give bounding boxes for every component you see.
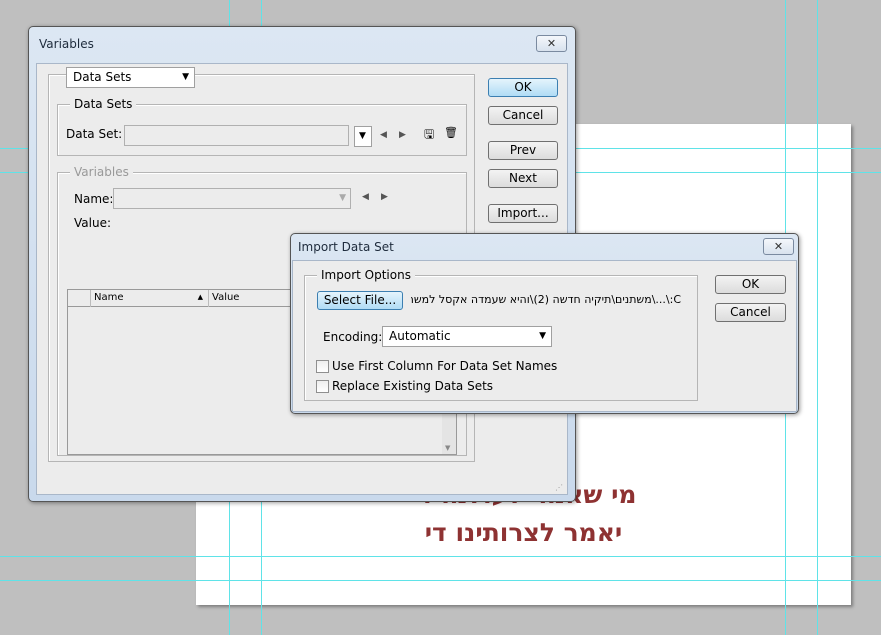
ok-button[interactable]: OK xyxy=(715,275,786,294)
previous-arrow-icon[interactable]: ◀ xyxy=(362,192,369,202)
column-header-name[interactable]: Name ▲ xyxy=(90,290,208,307)
column-label: Value xyxy=(212,292,240,303)
data-set-dropdown[interactable]: ▼ xyxy=(354,126,372,147)
cancel-button[interactable]: Cancel xyxy=(488,106,558,125)
use-first-column-checkbox[interactable] xyxy=(316,360,329,373)
next-button[interactable]: Next xyxy=(488,169,558,188)
save-data-set-icon[interactable]: 🖫 xyxy=(424,125,434,146)
dialog-title: Import Data Set xyxy=(298,240,394,254)
data-set-input[interactable] xyxy=(124,125,349,146)
dialog-client: Import Options Select File... C:\...\משת… xyxy=(292,260,797,412)
name-select[interactable]: ▼ xyxy=(113,188,351,209)
previous-arrow-icon[interactable]: ◀ xyxy=(380,130,387,140)
scroll-down-icon[interactable]: ▼ xyxy=(445,444,450,452)
chevron-down-icon: ▼ xyxy=(539,331,546,341)
trash-icon[interactable]: 🗑 xyxy=(444,126,458,139)
dialog-title: Variables xyxy=(39,37,94,51)
close-icon[interactable]: ✕ xyxy=(536,35,567,52)
sort-ascending-icon: ▲ xyxy=(197,293,203,301)
replace-existing-label: Replace Existing Data Sets xyxy=(332,379,494,393)
mode-select[interactable]: Data Sets ▼ xyxy=(66,67,195,88)
replace-existing-checkbox[interactable] xyxy=(316,380,329,393)
group-legend: Import Options xyxy=(317,268,415,282)
prev-button[interactable]: Prev xyxy=(488,141,558,160)
group-legend: Data Sets xyxy=(70,97,137,111)
column-label: Name xyxy=(94,292,124,303)
next-arrow-icon[interactable]: ▶ xyxy=(399,130,406,140)
chevron-down-icon: ▼ xyxy=(182,72,189,82)
encoding-value: Automatic xyxy=(389,329,451,343)
group-legend: Variables xyxy=(70,165,133,179)
use-first-column-label: Use First Column For Data Set Names xyxy=(332,359,558,373)
data-set-label: Data Set: xyxy=(66,127,123,141)
resize-grip[interactable]: ⋰ xyxy=(555,483,563,492)
name-label: Name: xyxy=(74,192,114,206)
chevron-down-icon: ▼ xyxy=(339,193,346,203)
ok-button[interactable]: OK xyxy=(488,78,558,97)
file-path: C:\...\משתנים\תיקיה חדשה (2)\והיא שעמדה … xyxy=(411,293,681,306)
next-arrow-icon[interactable]: ▶ xyxy=(381,192,388,202)
guide[interactable] xyxy=(817,0,818,635)
chevron-down-icon: ▼ xyxy=(359,131,366,141)
import-button[interactable]: Import... xyxy=(488,204,558,223)
import-data-set-dialog: Import Data Set ✕ Import Options Select … xyxy=(290,233,799,414)
canvas-text-line2: יאמר לצרותינו די xyxy=(424,518,623,547)
guide[interactable] xyxy=(0,556,881,557)
encoding-label: Encoding: xyxy=(323,330,383,344)
import-options-group: Import Options Select File... C:\...\משת… xyxy=(304,268,698,401)
cancel-button[interactable]: Cancel xyxy=(715,303,786,322)
close-icon[interactable]: ✕ xyxy=(763,238,794,255)
mode-select-value: Data Sets xyxy=(73,70,132,84)
value-label: Value: xyxy=(74,216,111,230)
data-sets-group: Data Sets Data Set: ▼ ◀ ▶ 🖫 🗑 xyxy=(57,97,467,156)
select-file-button[interactable]: Select File... xyxy=(317,291,403,310)
encoding-select[interactable]: Automatic ▼ xyxy=(382,326,552,347)
guide[interactable] xyxy=(0,580,881,581)
